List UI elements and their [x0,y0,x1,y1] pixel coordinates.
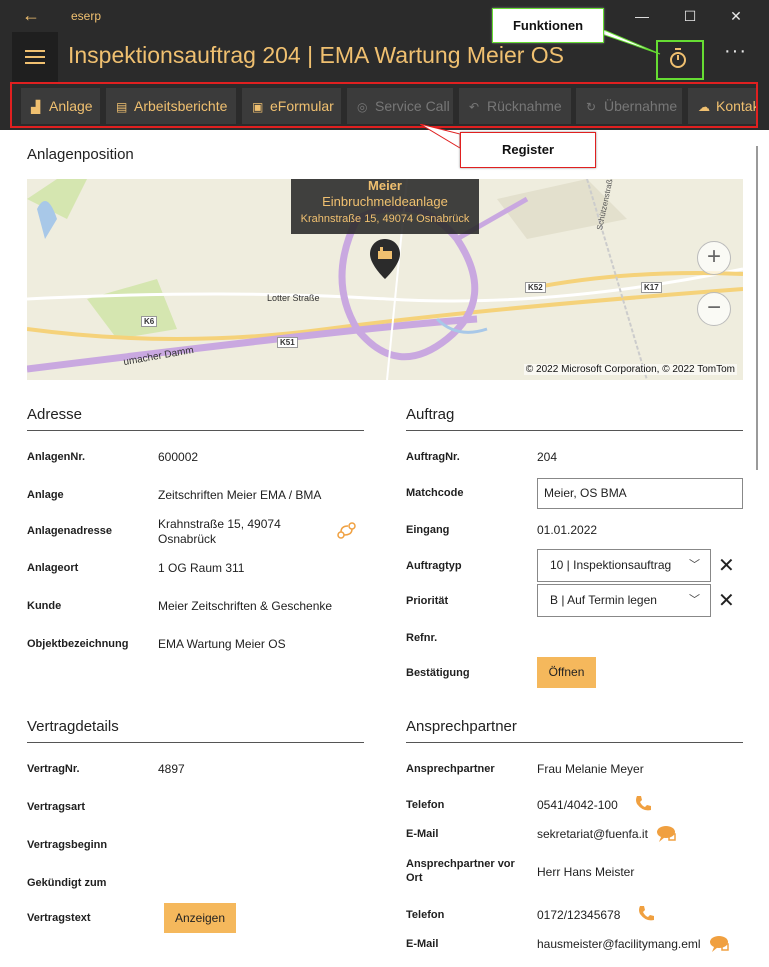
vertragnr-value: 4897 [158,762,185,776]
anlagenadresse-value-line2: Osnabrück [158,532,217,546]
map-copyright: © 2022 Microsoft Corporation, © 2022 Tom… [523,364,737,375]
ansprechpartner-ort-value: Herr Hans Meister [537,865,635,879]
anlagenadresse-label: Anlagenadresse [27,525,112,537]
ansprechpartner-section-title: Ansprechpartner [406,718,517,735]
vertragnr-label: VertragNr. [27,763,80,775]
anlage-value: Zeitschriften Meier EMA / BMA [158,488,322,502]
anlagennr-label: AnlagenNr. [27,451,86,463]
ansprechpartner-ort-label-line2: Ort [406,872,423,884]
map-pin-icon[interactable] [370,239,400,281]
zoom-in-button[interactable]: + [697,241,731,275]
map-view[interactable]: Meier Einbruchmeldeanlage Krahnstraße 15… [27,179,743,380]
auftrag-divider [406,430,743,431]
adresse-divider [27,430,364,431]
auftragnr-value: 204 [537,450,558,464]
eingang-value: 01.01.2022 [537,523,598,537]
street-label: K6 [141,316,158,327]
chevron-down-icon: ﹀ [689,594,700,606]
map-pin-info: Meier Einbruchmeldeanlage Krahnstraße 15… [291,179,479,234]
back-arrow-icon[interactable]: ← [22,5,40,26]
anlagennr-value: 600002 [158,450,199,464]
auftragnr-label: AuftragNr. [406,451,460,463]
email2-label: E-Mail [406,938,439,950]
street-label: K17 [641,282,662,293]
telefon2-label: Telefon [406,909,445,921]
anlageort-value: 1 OG Raum 311 [158,561,245,575]
ansprechpartner-value: Frau Melanie Meyer [537,762,644,776]
scrollbar[interactable] [756,146,758,470]
show-contract-text-button[interactable]: Anzeigen [164,903,236,933]
title-bar: ← eserp — ☐ ✕ [0,0,769,32]
clear-auftragtyp-icon[interactable]: ✕ [718,553,735,578]
refnr-label: Refnr. [406,632,438,644]
adresse-section-title: Adresse [27,406,83,423]
telefon-label: Telefon [406,799,445,811]
close-window-icon[interactable]: ✕ [724,4,748,28]
objektbezeichnung-label: Objektbezeichnung [27,638,129,650]
kunde-label: Kunde [27,600,62,612]
ansprechpartner-ort-label-line1: Ansprechpartner vor [406,858,515,870]
matchcode-label: Matchcode [406,487,464,499]
clear-prioritaet-icon[interactable]: ✕ [718,588,735,613]
prioritaet-label: Priorität [406,595,449,607]
anlagenadresse-value-line1: Krahnstraße 15, 49074 [158,517,281,531]
email2-value: hausmeister@facilitymang.eml [537,937,701,951]
map-section-title: Anlagenposition [27,146,134,163]
street-label: Lotter Straße [267,293,320,303]
auftragtyp-select[interactable]: 10 | Inspektionsauftrag ﹀ [537,549,711,582]
ansprechpartner-divider [406,742,743,743]
kunde-value: Meier Zeitschriften & Geschenke [158,599,333,613]
register-callout: Register [460,132,596,168]
vertrag-section-title: Vertragdetails [27,718,119,735]
chat-icon[interactable] [708,934,730,954]
prioritaet-select[interactable]: B | Auf Termin legen ﹀ [537,584,711,617]
vertragstext-label: Vertragstext [27,912,91,924]
telefon2-value: 0172/12345678 [537,908,621,922]
vertragsbeginn-label: Vertragsbeginn [27,839,108,851]
maximize-icon[interactable]: ☐ [678,4,702,28]
auftrag-section-title: Auftrag [406,406,455,423]
hamburger-menu-icon[interactable] [12,32,58,82]
ansprechpartner-label: Ansprechpartner [406,763,495,775]
street-label: K52 [525,282,546,293]
page-title: Inspektionsauftrag 204 | EMA Wartung Mei… [68,42,565,68]
stopwatch-icon[interactable] [669,48,687,68]
gekuendigt-label: Gekündigt zum [27,877,107,889]
register-highlight-frame [10,82,758,128]
open-confirmation-button[interactable]: Öffnen [537,657,596,688]
email-value: sekretariat@fuenfa.it [537,827,648,841]
bestaetigung-label: Bestätigung [406,667,470,679]
vertrag-divider [27,742,364,743]
matchcode-input[interactable]: Meier, OS BMA [537,478,743,509]
chevron-down-icon: ﹀ [689,559,700,571]
anlage-label: Anlage [27,489,64,501]
vertragsart-label: Vertragsart [27,801,86,813]
phone-icon[interactable] [633,794,653,814]
phone-icon[interactable] [636,904,656,924]
zoom-out-button[interactable]: − [697,292,731,326]
eingang-label: Eingang [406,524,450,536]
objektbezeichnung-value: EMA Wartung Meier OS [158,637,286,651]
email-label: E-Mail [406,828,439,840]
functions-callout: Funktionen [492,8,604,43]
auftragtyp-label: Auftragtyp [406,560,462,572]
route-icon[interactable] [336,520,358,540]
anlageort-label: Anlageort [27,562,79,574]
app-name: eserp [71,9,102,23]
minimize-icon[interactable]: — [630,4,654,28]
more-options-icon[interactable]: ··· [724,40,747,63]
chat-icon[interactable] [655,824,677,844]
street-label: K51 [277,337,298,348]
telefon-value: 0541/4042-100 [537,798,618,812]
